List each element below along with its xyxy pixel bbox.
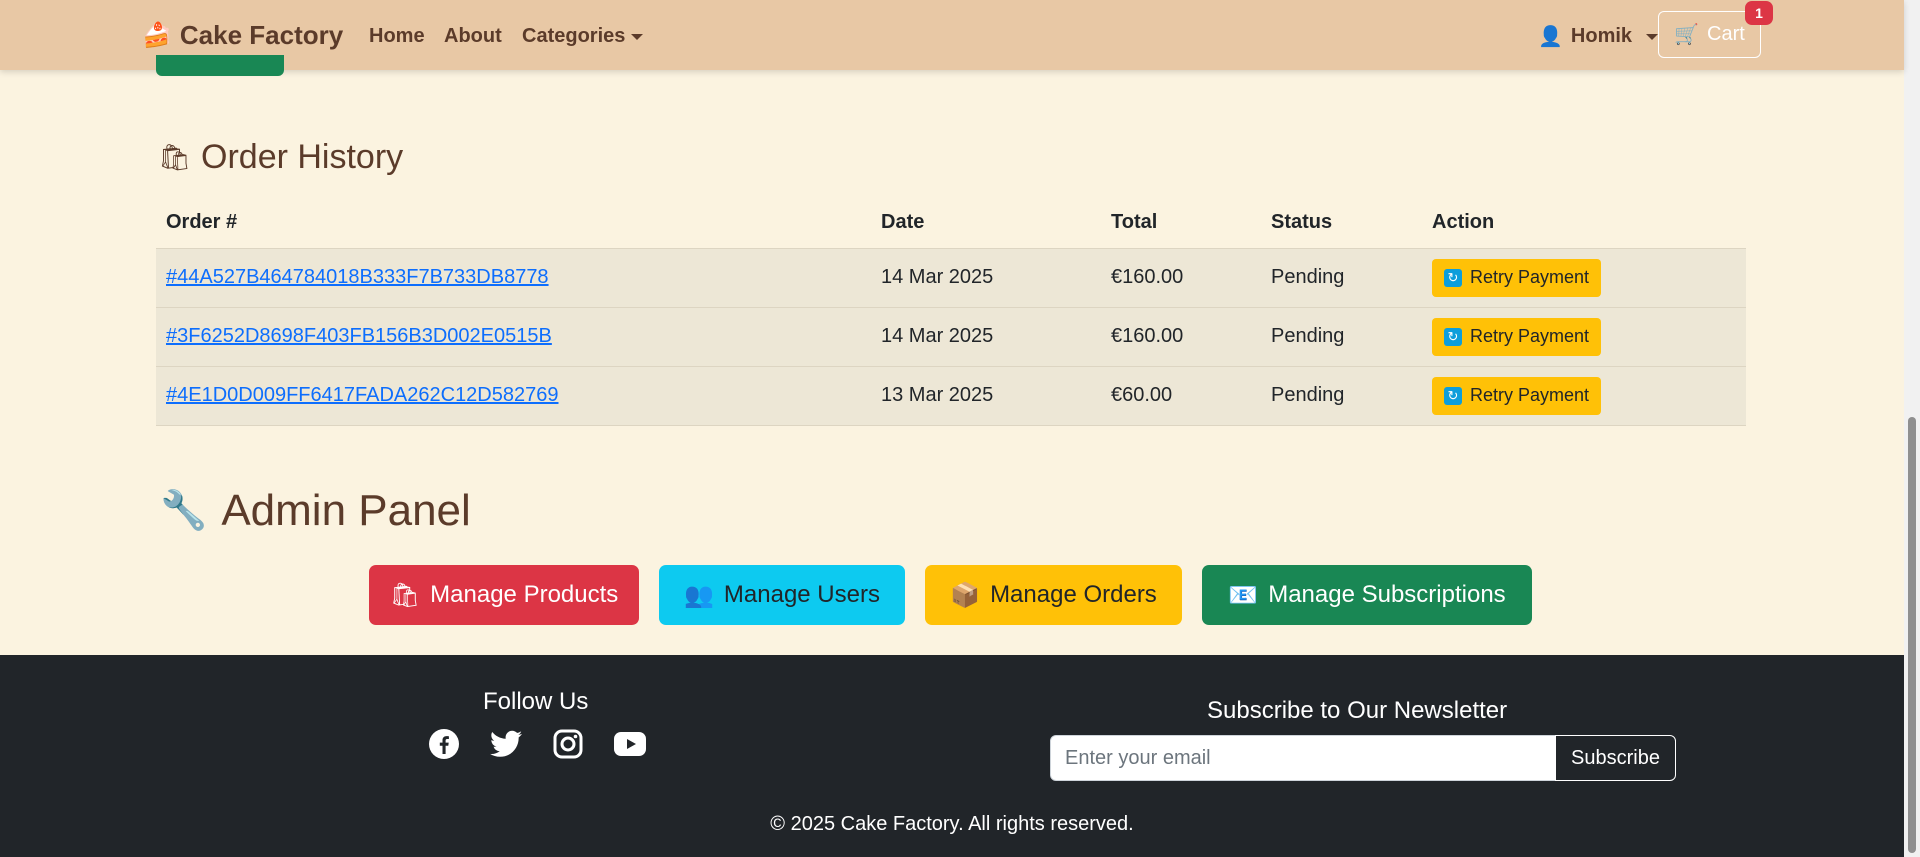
nav-categories-label: Categories bbox=[522, 25, 626, 47]
column-header-total: Total bbox=[1101, 198, 1261, 249]
newsletter-heading: Subscribe to Our Newsletter bbox=[1207, 697, 1508, 724]
cart-count-badge: 1 bbox=[1745, 1, 1773, 25]
package-icon: 📦 bbox=[950, 581, 981, 609]
manage-orders-label: Manage Orders bbox=[990, 581, 1157, 608]
youtube-icon[interactable] bbox=[613, 727, 647, 761]
order-date: 13 Mar 2025 bbox=[871, 366, 1101, 426]
retry-payment-button[interactable]: ↻ Retry Payment bbox=[1432, 258, 1602, 297]
copyright-text: © 2025 Cake Factory. All rights reserved… bbox=[770, 813, 1134, 835]
table-row: #44A527B464784018B333F7B733DB8778 14 Mar… bbox=[156, 248, 1746, 308]
order-link[interactable]: #4E1D0D009FF6417FADA262C12D582769 bbox=[166, 384, 559, 406]
manage-users-label: Manage Users bbox=[723, 581, 880, 608]
column-header-date: Date bbox=[871, 198, 1101, 249]
order-total: €60.00 bbox=[1101, 366, 1261, 426]
refresh-icon: ↻ bbox=[1444, 327, 1462, 346]
order-link[interactable]: #44A527B464784018B333F7B733DB8778 bbox=[166, 266, 549, 288]
column-header-status: Status bbox=[1261, 198, 1422, 249]
order-date: 14 Mar 2025 bbox=[871, 248, 1101, 308]
follow-us-heading: Follow Us bbox=[483, 688, 589, 715]
user-icon: 👤 bbox=[1538, 26, 1563, 48]
facebook-icon[interactable] bbox=[427, 727, 461, 761]
order-link[interactable]: #3F6252D8698F403FB156B3D002E0515B bbox=[166, 325, 552, 347]
refresh-icon: ↻ bbox=[1444, 268, 1462, 287]
retry-payment-label: Retry Payment bbox=[1470, 326, 1590, 346]
admin-panel-title: 🔧 Admin Panel bbox=[160, 486, 471, 536]
nav-home[interactable]: Home bbox=[369, 25, 425, 48]
nav-categories-dropdown[interactable]: Categories bbox=[522, 25, 644, 48]
email-field[interactable] bbox=[1050, 735, 1556, 781]
manage-orders-button[interactable]: 📦 Manage Orders bbox=[925, 565, 1182, 625]
shopping-bags-icon: 🛍 bbox=[158, 142, 192, 172]
manage-subscriptions-button[interactable]: 📧 Manage Subscriptions bbox=[1202, 565, 1532, 625]
column-header-action: Action bbox=[1422, 198, 1746, 249]
instagram-icon[interactable] bbox=[551, 727, 585, 761]
refresh-icon: ↻ bbox=[1444, 386, 1462, 405]
navbar: 🍰 Cake Factory Home About Categories 👤 H… bbox=[0, 0, 1904, 76]
chevron-down-icon bbox=[631, 33, 644, 40]
table-row: #4E1D0D009FF6417FADA262C12D582769 13 Mar… bbox=[156, 366, 1746, 426]
twitter-icon[interactable] bbox=[489, 727, 523, 761]
social-links bbox=[427, 727, 647, 761]
admin-panel-heading: Admin Panel bbox=[221, 486, 471, 535]
brand-logo[interactable]: 🍰 Cake Factory bbox=[142, 20, 343, 51]
order-history-heading: Order History bbox=[201, 138, 404, 176]
order-date: 14 Mar 2025 bbox=[871, 307, 1101, 367]
order-total: €160.00 bbox=[1101, 248, 1261, 308]
wrench-icon: 🔧 bbox=[160, 490, 208, 532]
envelope-icon: 📧 bbox=[1228, 581, 1259, 609]
table-header-row: Order # Date Total Status Action bbox=[156, 198, 1746, 249]
cart-icon: 🛒 bbox=[1674, 24, 1700, 46]
column-header-order: Order # bbox=[156, 198, 871, 249]
scrollbar[interactable] bbox=[1904, 0, 1920, 857]
order-status: Pending bbox=[1261, 248, 1422, 308]
manage-products-label: Manage Products bbox=[430, 581, 619, 608]
manage-subscriptions-label: Manage Subscriptions bbox=[1268, 581, 1506, 608]
cake-icon: 🍰 bbox=[142, 22, 172, 49]
subscribe-button[interactable]: Subscribe bbox=[1555, 735, 1676, 781]
order-status: Pending bbox=[1261, 307, 1422, 367]
users-icon: 👥 bbox=[684, 581, 714, 609]
retry-payment-button[interactable]: ↻ Retry Payment bbox=[1432, 317, 1602, 356]
retry-payment-label: Retry Payment bbox=[1470, 267, 1590, 287]
user-name: Homik bbox=[1570, 25, 1633, 47]
order-total: €160.00 bbox=[1101, 307, 1261, 367]
nav-about[interactable]: About bbox=[444, 25, 502, 48]
retry-payment-label: Retry Payment bbox=[1470, 385, 1590, 405]
scrollbar-thumb[interactable] bbox=[1908, 417, 1916, 853]
chevron-down-icon bbox=[1646, 33, 1659, 40]
shopping-bags-icon: 🛍 bbox=[389, 581, 421, 609]
user-menu-dropdown[interactable]: 👤 Homik bbox=[1538, 24, 1659, 49]
orders-table: Order # Date Total Status Action #44A527… bbox=[156, 198, 1746, 426]
footer: Follow Us Subscribe to Our Newsletter Su… bbox=[0, 655, 1904, 857]
order-status: Pending bbox=[1261, 366, 1422, 426]
brand-name: Cake Factory bbox=[179, 20, 344, 50]
manage-users-button[interactable]: 👥 Manage Users bbox=[659, 565, 905, 625]
order-history-title: 🛍 Order History bbox=[158, 138, 403, 177]
cart-label: Cart bbox=[1707, 23, 1745, 45]
partially-hidden-button[interactable] bbox=[156, 55, 284, 76]
table-row: #3F6252D8698F403FB156B3D002E0515B 14 Mar… bbox=[156, 307, 1746, 367]
manage-products-button[interactable]: 🛍 Manage Products bbox=[369, 565, 639, 625]
retry-payment-button[interactable]: ↻ Retry Payment bbox=[1432, 376, 1602, 415]
